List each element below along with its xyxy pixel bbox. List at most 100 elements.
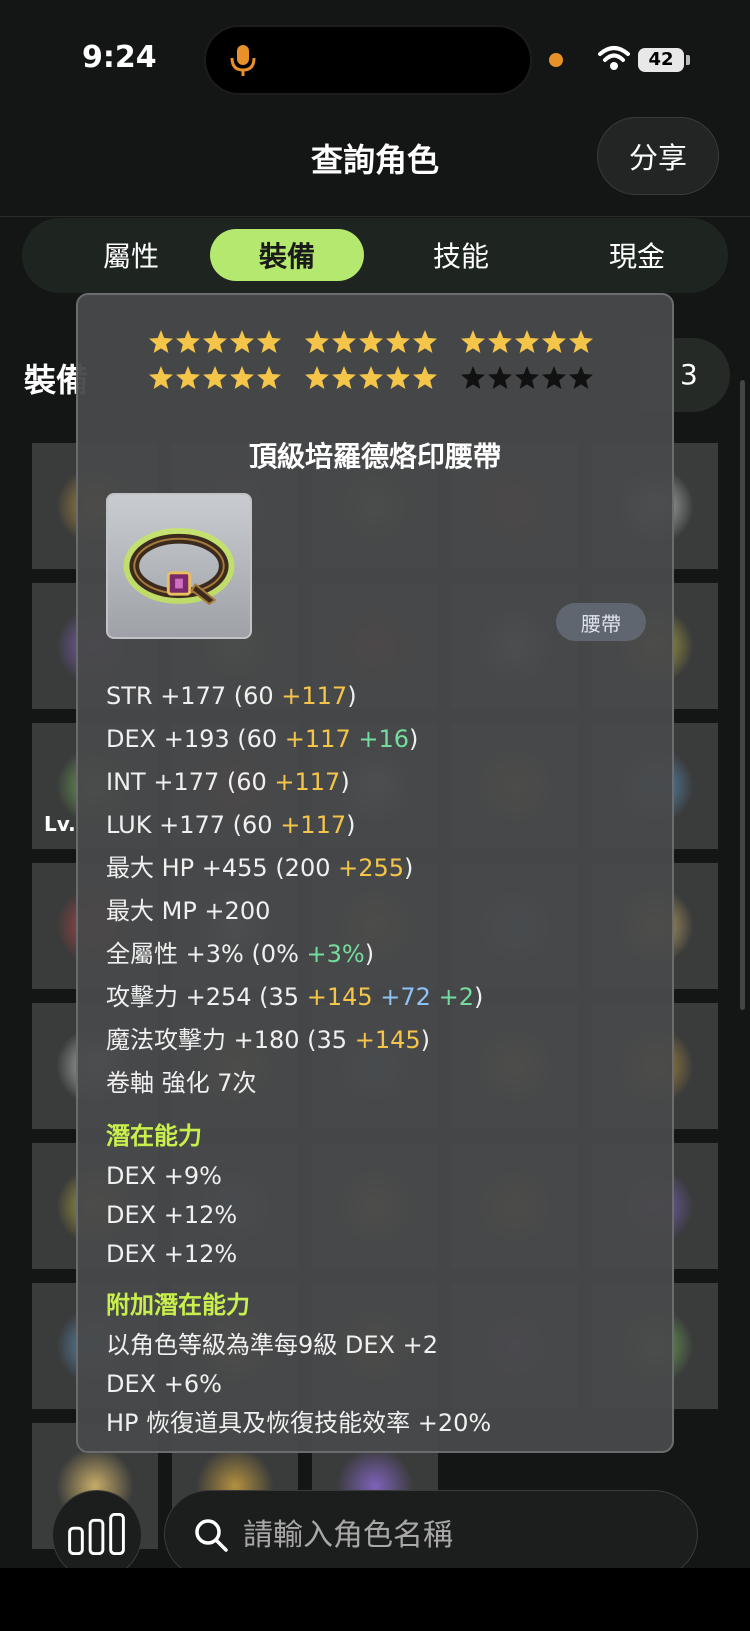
stat-segment: 全屬性 +3% (0% xyxy=(106,940,307,968)
scrollbar[interactable] xyxy=(740,380,745,1010)
potential-title: 潛在能力 xyxy=(106,1122,202,1150)
star-filled-icon xyxy=(257,366,281,389)
tab-bar: 屬性 裝備 技能 現金 xyxy=(22,218,728,293)
stat-segment: +117 xyxy=(281,682,348,710)
stat-segment: 最大 HP +455 (200 xyxy=(106,854,339,882)
potential-line: DEX +12% xyxy=(106,1240,238,1268)
star-empty-icon xyxy=(542,366,566,389)
stat-segment: +72 xyxy=(380,983,431,1011)
star-filled-icon xyxy=(542,330,566,353)
bar-chart-icon xyxy=(68,1513,125,1556)
star-filled-icon xyxy=(515,330,539,353)
stat-segment: STR +177 (60 xyxy=(106,682,282,710)
item-name: 頂級培羅德烙印腰帶 xyxy=(248,440,501,473)
stat-line: 最大 MP +200 xyxy=(106,890,646,933)
star-filled-icon xyxy=(203,366,227,389)
stat-segment: ) xyxy=(404,854,414,882)
tab-cash[interactable]: 現金 xyxy=(560,229,714,281)
stat-line: 最大 HP +455 (200 +255) xyxy=(106,847,646,890)
stat-line: 卷軸 強化 7次 xyxy=(106,1062,646,1105)
search-input[interactable] xyxy=(241,1511,675,1559)
stat-segment: 攻擊力 +254 (35 xyxy=(106,983,307,1011)
stat-segment: +16 xyxy=(358,725,410,753)
stat-line: INT +177 (60 +117) xyxy=(106,761,646,804)
potential-line: DEX +12% xyxy=(106,1201,238,1229)
stat-line: 魔法攻擊力 +180 (35 +145) xyxy=(106,1019,646,1062)
microphone-icon xyxy=(230,45,256,76)
stat-segment: +255 xyxy=(338,854,405,882)
stat-segment: +145 xyxy=(354,1026,421,1054)
star-empty-icon xyxy=(515,366,539,389)
slot-level-label: Lv. xyxy=(44,812,76,836)
item-image xyxy=(106,493,252,639)
star-force-row-2 xyxy=(148,365,608,391)
stat-segment: ) xyxy=(473,983,484,1011)
belt-icon xyxy=(123,528,235,606)
stat-segment: +2 xyxy=(438,983,474,1011)
stat-segment: ) xyxy=(346,811,356,839)
stat-segment: ) xyxy=(409,725,419,753)
stat-segment: INT +177 (60 xyxy=(106,768,275,796)
share-button[interactable]: 分享 xyxy=(597,117,719,195)
tab-attributes[interactable]: 屬性 xyxy=(54,229,208,281)
stat-segment: ) xyxy=(364,940,375,968)
additional-potential-line: HP 恢復道具及恢復技能效率 +20% xyxy=(106,1409,492,1437)
stat-segment xyxy=(431,983,439,1011)
stat-segment: 魔法攻擊力 +180 (35 xyxy=(106,1026,355,1054)
star-filled-icon xyxy=(305,366,329,389)
star-filled-icon xyxy=(149,330,173,353)
star-filled-icon xyxy=(413,330,437,353)
stat-line: STR +177 (60 +117) xyxy=(106,675,646,718)
stat-line: DEX +193 (60 +117 +16) xyxy=(106,718,646,761)
star-group xyxy=(460,329,594,355)
stat-segment: ) xyxy=(420,1026,431,1054)
star-group xyxy=(460,365,594,391)
star-filled-icon xyxy=(359,330,383,353)
item-type-badge: 腰帶 xyxy=(556,603,646,641)
star-filled-icon xyxy=(569,330,593,353)
star-group xyxy=(304,329,438,355)
star-empty-icon xyxy=(461,366,485,389)
home-indicator-area xyxy=(0,1568,750,1631)
star-filled-icon xyxy=(203,330,227,353)
star-filled-icon xyxy=(386,330,410,353)
item-stats: STR +177 (60 +117) DEX +193 (60 +117 +16)… xyxy=(106,675,646,1443)
star-filled-icon xyxy=(176,366,200,389)
star-filled-icon xyxy=(488,330,512,353)
tab-skills[interactable]: 技能 xyxy=(384,229,538,281)
search-bar xyxy=(164,1490,698,1578)
stat-segment: ) xyxy=(340,768,350,796)
tab-equipment[interactable]: 裝備 xyxy=(210,229,364,281)
star-empty-icon xyxy=(488,366,512,389)
star-filled-icon xyxy=(230,330,254,353)
header-divider xyxy=(0,216,750,217)
star-filled-icon xyxy=(332,366,356,389)
additional-potential-line: 以角色等級為準每9級 DEX +2 xyxy=(106,1331,438,1359)
star-filled-icon xyxy=(176,330,200,353)
stat-line: 攻擊力 +254 (35 +145 +72 +2) xyxy=(106,976,646,1019)
stat-segment: ) xyxy=(347,682,357,710)
stat-line: LUK +177 (60 +117) xyxy=(106,804,646,847)
battery-tip xyxy=(686,55,690,65)
star-force-row-1 xyxy=(148,329,608,355)
star-filled-icon xyxy=(149,366,173,389)
stats-button[interactable] xyxy=(52,1490,142,1580)
star-filled-icon xyxy=(332,330,356,353)
stat-segment: LUK +177 (60 xyxy=(106,811,281,839)
stat-segment: 卷軸 強化 7次 xyxy=(106,1069,257,1097)
stat-segment: +117 xyxy=(274,768,341,796)
star-filled-icon xyxy=(461,330,485,353)
star-filled-icon xyxy=(257,330,281,353)
additional-potential-title: 附加潛在能力 xyxy=(106,1291,250,1319)
star-group xyxy=(148,329,282,355)
star-filled-icon xyxy=(305,330,329,353)
star-filled-icon xyxy=(413,366,437,389)
stat-segment: +117 xyxy=(284,725,351,753)
stat-segment: DEX +193 (60 xyxy=(106,725,285,753)
search-icon xyxy=(195,1519,228,1552)
star-group xyxy=(148,365,282,391)
stat-segment: +145 xyxy=(306,983,373,1011)
star-filled-icon xyxy=(386,366,410,389)
star-group xyxy=(304,365,438,391)
wifi-icon xyxy=(598,46,630,70)
